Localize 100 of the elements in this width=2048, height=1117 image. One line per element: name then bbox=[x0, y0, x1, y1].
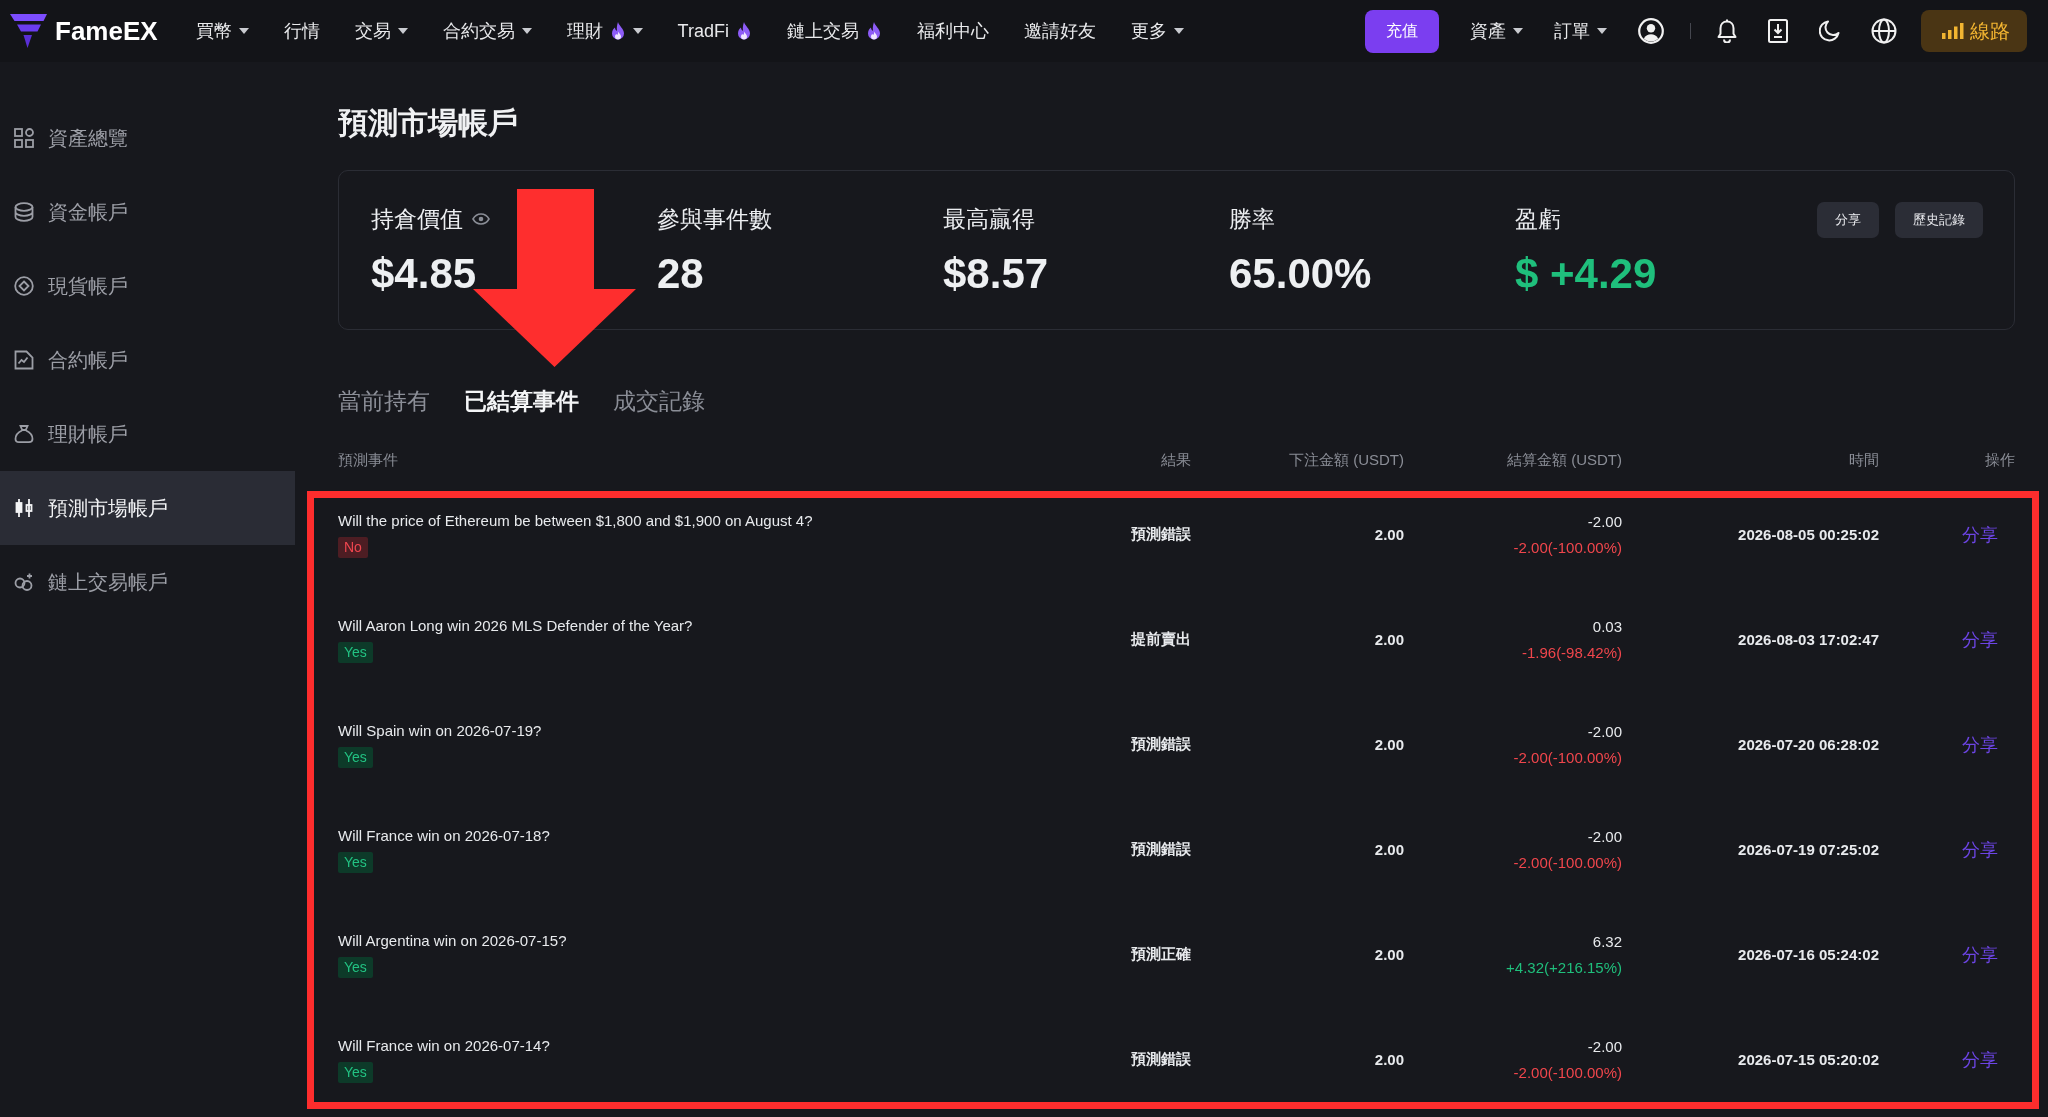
answer-tag: Yes bbox=[338, 852, 373, 873]
stake-amount: 2.00 bbox=[1374, 841, 1404, 858]
nav-item[interactable]: 合約交易 bbox=[442, 19, 532, 43]
profit-loss: -2.00(-100.00%) bbox=[1513, 747, 1622, 768]
profit-loss: -2.00(-100.00%) bbox=[1513, 1062, 1622, 1083]
share-button[interactable]: 分享 bbox=[1817, 202, 1879, 238]
sidebar-item[interactable]: 資產總覽 bbox=[0, 101, 295, 175]
result-status: 預測錯誤 bbox=[1131, 525, 1191, 544]
circles-icon bbox=[14, 572, 34, 592]
sidebar-item[interactable]: 預測市場帳戶 bbox=[0, 471, 295, 545]
menu-item[interactable]: 訂單 bbox=[1554, 19, 1607, 43]
eye-icon[interactable] bbox=[472, 213, 490, 225]
event-title: Will Aaron Long win 2026 MLS Defender of the Year? bbox=[338, 616, 693, 636]
stat-value: 65.00% bbox=[1229, 249, 1372, 299]
nav-item[interactable]: 福利中心 bbox=[916, 19, 989, 43]
sidebar-item[interactable]: 鏈上交易帳戶 bbox=[0, 545, 295, 619]
profit-loss: -2.00(-100.00%) bbox=[1513, 537, 1622, 558]
stat-value: $ +4.29 bbox=[1515, 249, 1657, 299]
stake-amount: 2.00 bbox=[1374, 631, 1404, 648]
profit-loss: -2.00(-100.00%) bbox=[1513, 852, 1622, 873]
settled-time: 2026-07-15 05:20:02 bbox=[1738, 1051, 1879, 1068]
stat-label: 最高贏得 bbox=[943, 206, 1035, 232]
event-title: Will Spain win on 2026-07-19? bbox=[338, 721, 542, 741]
stake-amount: 2.00 bbox=[1374, 1051, 1404, 1068]
nav-item[interactable]: 理財 bbox=[566, 19, 643, 43]
moon-icon[interactable] bbox=[1819, 20, 1840, 42]
target-icon bbox=[14, 276, 34, 296]
settled-time: 2026-07-20 06:28:02 bbox=[1738, 736, 1879, 753]
answer-tag: Yes bbox=[338, 1062, 373, 1083]
result-status: 預測錯誤 bbox=[1131, 735, 1191, 754]
bell-icon[interactable] bbox=[1717, 19, 1737, 43]
settlement-amount: 6.32 bbox=[1592, 931, 1622, 952]
stake-amount: 2.00 bbox=[1374, 526, 1404, 543]
sidebar-item[interactable]: 資金帳戶 bbox=[0, 175, 295, 249]
settlement-amount: -2.00 bbox=[1587, 1036, 1622, 1057]
logo-icon bbox=[10, 14, 47, 48]
settlement-amount: 0.03 bbox=[1592, 616, 1622, 637]
event-title: Will Argentina win on 2026-07-15? bbox=[338, 931, 567, 951]
candlestick-icon bbox=[14, 498, 34, 518]
nav-item[interactable]: 更多 bbox=[1130, 19, 1184, 43]
download-icon[interactable] bbox=[1768, 19, 1788, 43]
stat-label: 參與事件數 bbox=[657, 206, 772, 232]
sidebar-item[interactable]: 理財帳戶 bbox=[0, 397, 295, 471]
tab[interactable]: 成交記錄 bbox=[613, 385, 705, 417]
route-button[interactable]: 線路 bbox=[1921, 10, 2027, 52]
column-header: 時間 bbox=[1849, 450, 1879, 470]
logo-link[interactable]: FameEX bbox=[10, 14, 158, 48]
nav-item[interactable]: 鏈上交易 bbox=[786, 19, 882, 43]
deposit-button[interactable]: 充值 bbox=[1365, 9, 1439, 53]
bag-icon bbox=[14, 424, 34, 444]
stat-label: 盈虧 bbox=[1515, 206, 1561, 232]
settled-time: 2026-07-19 07:25:02 bbox=[1738, 841, 1879, 858]
result-status: 預測錯誤 bbox=[1131, 840, 1191, 859]
sidebar-item[interactable]: 合約帳戶 bbox=[0, 323, 295, 397]
settled-time: 2026-07-16 05:24:02 bbox=[1738, 946, 1879, 963]
settlement-amount: -2.00 bbox=[1587, 826, 1622, 847]
settled-time: 2026-08-05 00:25:02 bbox=[1738, 526, 1879, 543]
stat-label: 持倉價值 bbox=[371, 206, 463, 232]
column-header: 操作 bbox=[1985, 450, 2015, 470]
stat-value: 28 bbox=[657, 249, 704, 299]
stake-amount: 2.00 bbox=[1374, 946, 1404, 963]
settlement-amount: -2.00 bbox=[1587, 511, 1622, 532]
tab[interactable]: 已結算事件 bbox=[464, 385, 579, 417]
signal-icon bbox=[1942, 23, 1964, 39]
answer-tag: Yes bbox=[338, 957, 373, 978]
sidebar-item[interactable]: 現貨帳戶 bbox=[0, 249, 295, 323]
event-title: Will France win on 2026-07-14? bbox=[338, 1036, 550, 1056]
settled-time: 2026-08-03 17:02:47 bbox=[1738, 631, 1879, 648]
answer-tag: No bbox=[338, 537, 368, 558]
answer-tag: Yes bbox=[338, 642, 373, 663]
stat-value: $8.57 bbox=[943, 249, 1049, 299]
page-title: 預測市場帳戶 bbox=[338, 105, 519, 141]
tab[interactable]: 當前持有 bbox=[338, 385, 430, 417]
result-status: 預測錯誤 bbox=[1131, 1050, 1191, 1069]
database-icon bbox=[14, 202, 34, 222]
profit-loss: +4.32(+216.15%) bbox=[1506, 957, 1622, 978]
user-icon[interactable] bbox=[1638, 18, 1664, 44]
globe-icon[interactable] bbox=[1871, 18, 1897, 44]
column-header: 結算金額 (USDT) bbox=[1507, 450, 1622, 470]
column-header: 下注金額 (USDT) bbox=[1289, 450, 1404, 470]
answer-tag: Yes bbox=[338, 747, 373, 768]
nav-item[interactable]: 買幣 bbox=[195, 19, 249, 43]
nav-item[interactable]: 邀請好友 bbox=[1023, 19, 1096, 43]
nav-item[interactable]: TradFi bbox=[677, 20, 752, 42]
event-title: Will the price of Ethereum be between $1,800 and $1,900 on August 4? bbox=[338, 511, 813, 531]
result-status: 提前賣出 bbox=[1131, 630, 1191, 649]
stake-amount: 2.00 bbox=[1374, 736, 1404, 753]
history-button[interactable]: 歷史記錄 bbox=[1895, 202, 1983, 238]
column-header: 結果 bbox=[1161, 450, 1191, 470]
menu-item[interactable]: 資產 bbox=[1470, 19, 1523, 43]
nav-item[interactable]: 交易 bbox=[354, 19, 408, 43]
grid-icon bbox=[14, 128, 34, 148]
column-header: 預測事件 bbox=[338, 450, 398, 470]
settlement-amount: -2.00 bbox=[1587, 721, 1622, 742]
stat-label: 勝率 bbox=[1229, 206, 1275, 232]
event-title: Will France win on 2026-07-18? bbox=[338, 826, 550, 846]
result-status: 預測正確 bbox=[1131, 945, 1191, 964]
stat-value: $4.85 bbox=[371, 249, 477, 299]
nav-item[interactable]: 行情 bbox=[283, 19, 320, 43]
profit-loss: -1.96(-98.42%) bbox=[1521, 642, 1622, 663]
